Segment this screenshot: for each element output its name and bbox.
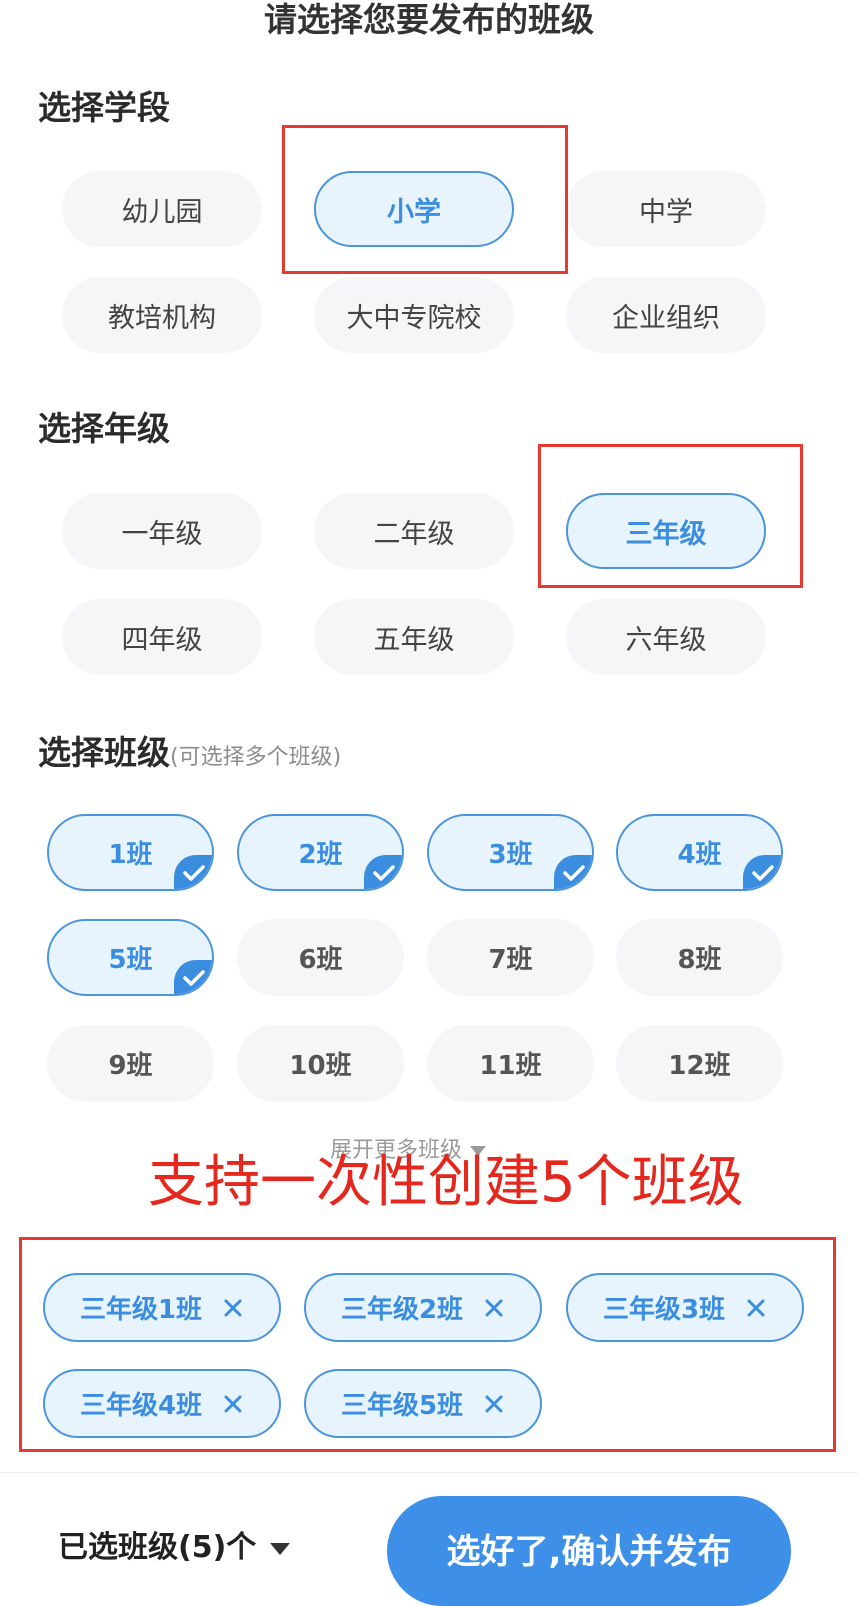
grade-option-5[interactable]: 五年级: [314, 599, 514, 675]
grade-option-6[interactable]: 六年级: [566, 599, 766, 675]
class-option-label: 1班: [108, 840, 153, 870]
class-option-9[interactable]: 9班: [47, 1025, 214, 1102]
selected-class-chip: 三年级3班: [566, 1273, 804, 1342]
selected-class-label: 三年级5班: [340, 1391, 464, 1421]
annotation-box-grade: [538, 444, 803, 588]
class-option-1[interactable]: 1班: [47, 814, 214, 891]
stage-option-middle[interactable]: 中学: [566, 171, 766, 247]
class-option-label: 3班: [488, 840, 533, 870]
grade-option-1[interactable]: 一年级: [62, 493, 262, 569]
class-option-4[interactable]: 4班: [616, 814, 783, 891]
class-option-10[interactable]: 10班: [237, 1025, 404, 1102]
selected-class-label: 三年级2班: [340, 1295, 464, 1325]
confirm-publish-button[interactable]: 选好了,确认并发布: [387, 1496, 791, 1606]
class-option-12[interactable]: 12班: [616, 1025, 783, 1102]
class-option-6[interactable]: 6班: [237, 919, 404, 996]
selected-class-label: 三年级1班: [79, 1295, 203, 1325]
class-option-label: 4班: [677, 840, 722, 870]
class-option-3[interactable]: 3班: [427, 814, 594, 891]
grade-option-2[interactable]: 二年级: [314, 493, 514, 569]
class-option-11[interactable]: 11班: [427, 1025, 594, 1102]
stage-option-enterprise[interactable]: 企业组织: [566, 277, 766, 353]
stage-option-training[interactable]: 教培机构: [62, 277, 262, 353]
selected-class-chip: 三年级4班: [43, 1369, 281, 1438]
close-icon[interactable]: [222, 1297, 244, 1319]
check-icon: [174, 960, 212, 994]
stage-option-kindergarten[interactable]: 幼儿园: [62, 171, 262, 247]
annotation-text: 支持一次性创建5个班级: [148, 1150, 744, 1215]
selected-summary-toggle[interactable]: 已选班级(5)个: [58, 1524, 291, 1572]
selected-class-label: 三年级3班: [602, 1295, 726, 1325]
class-option-5[interactable]: 5班: [47, 919, 214, 996]
page-title: 请选择您要发布的班级: [264, 0, 594, 39]
selected-summary-label: 已选班级(5)个: [58, 1530, 257, 1565]
selected-class-chip: 三年级1班: [43, 1273, 281, 1342]
grade-section-heading: 选择年级: [38, 409, 170, 448]
close-icon[interactable]: [483, 1393, 505, 1415]
check-icon: [554, 855, 592, 889]
grade-option-4[interactable]: 四年级: [62, 599, 262, 675]
stage-section-heading: 选择学段: [38, 88, 170, 127]
class-section-title: 选择班级: [38, 733, 170, 772]
check-icon: [364, 855, 402, 889]
selected-class-label: 三年级4班: [79, 1391, 203, 1421]
class-section-hint: (可选择多个班级): [170, 745, 342, 770]
check-icon: [174, 855, 212, 889]
close-icon[interactable]: [222, 1393, 244, 1415]
caret-down-icon: [270, 1542, 291, 1555]
class-option-7[interactable]: 7班: [427, 919, 594, 996]
selected-class-chip: 三年级5班: [304, 1369, 542, 1438]
footer-divider: [0, 1472, 858, 1473]
class-option-label: 5班: [108, 945, 153, 975]
close-icon[interactable]: [483, 1297, 505, 1319]
class-section-heading: 选择班级(可选择多个班级): [38, 731, 341, 780]
close-icon[interactable]: [745, 1297, 767, 1319]
annotation-box-stage: [282, 125, 568, 274]
class-option-label: 2班: [298, 840, 343, 870]
stage-option-college[interactable]: 大中专院校: [314, 277, 514, 353]
class-option-2[interactable]: 2班: [237, 814, 404, 891]
check-icon: [743, 855, 781, 889]
selected-class-chip: 三年级2班: [304, 1273, 542, 1342]
class-option-8[interactable]: 8班: [616, 919, 783, 996]
